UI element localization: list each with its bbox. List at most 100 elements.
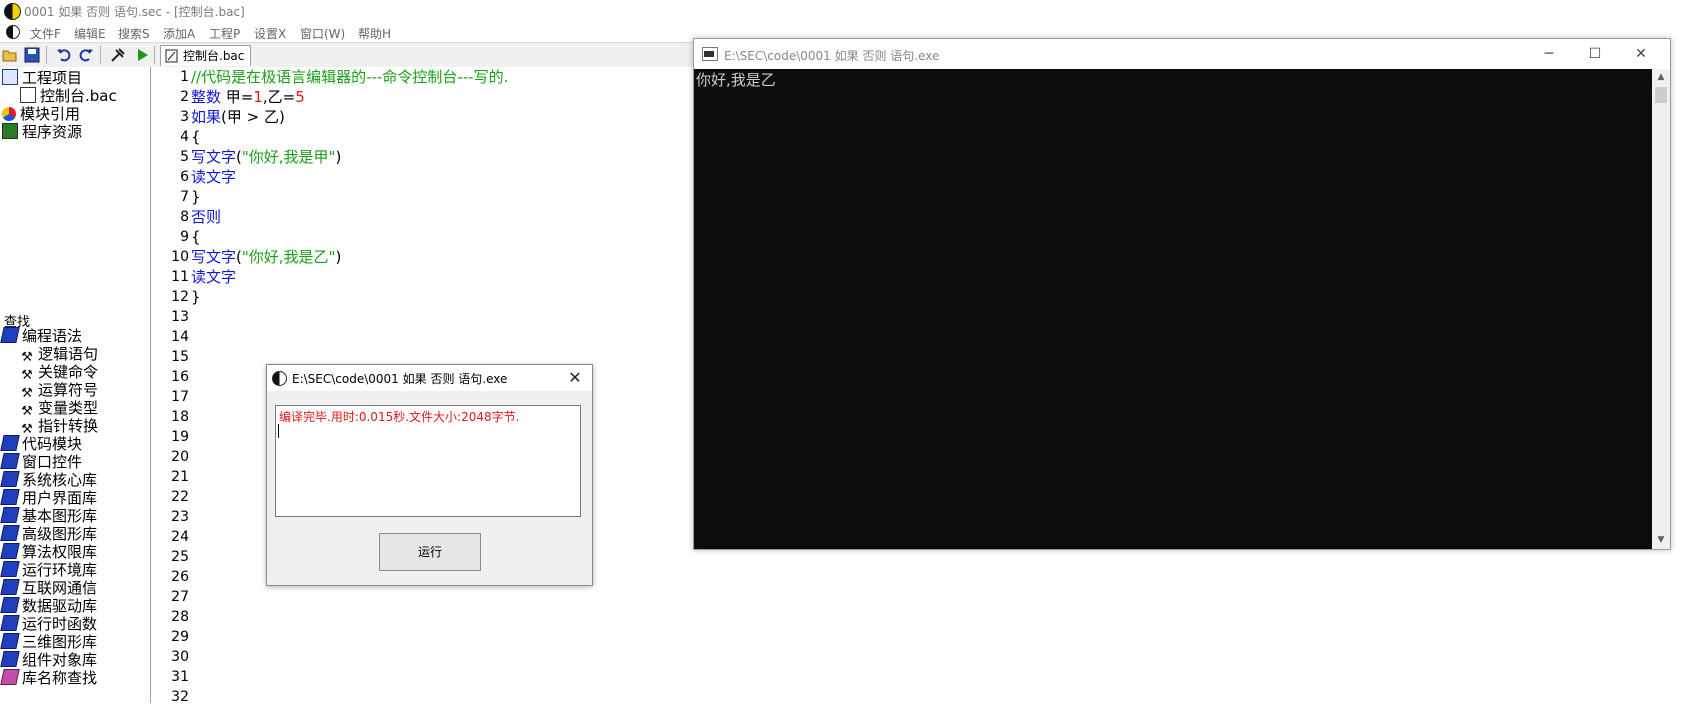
line-number: 29	[171, 629, 189, 645]
tree-label: 编程语法	[22, 327, 83, 345]
tree-library[interactable]: 代码模块	[0, 435, 83, 453]
console-title-bar: E:\SEC\code\0001 如果 否则 语句.exe ─ ☐ ✕	[694, 39, 1670, 69]
compile-dialog: E:\SEC\code\0001 如果 否则 语句.exe ✕ 编译完毕.用时:…	[266, 364, 593, 586]
console-window: E:\SEC\code\0001 如果 否则 语句.exe ─ ☐ ✕ 你好,我…	[693, 38, 1671, 550]
line-number: 12	[171, 289, 189, 305]
dialog-close-button[interactable]: ✕	[562, 365, 588, 391]
tab-console-file[interactable]: 控制台.bac	[160, 45, 252, 66]
line-number: 24	[171, 529, 189, 545]
book-icon	[0, 453, 20, 469]
book-icon	[0, 543, 20, 559]
menu-file[interactable]: 文件F	[30, 25, 61, 42]
tree-library[interactable]: 基本图形库	[0, 507, 98, 525]
tree-label: 用户界面库	[22, 489, 98, 507]
line-number: 13	[171, 309, 189, 325]
line-number: 30	[171, 649, 189, 665]
tree-library[interactable]: 互联网通信	[0, 579, 97, 597]
scrollbar-thumb[interactable]	[1655, 87, 1667, 103]
tool-icon: ⚒	[21, 422, 33, 437]
book-icon	[0, 507, 20, 523]
redo-icon[interactable]	[78, 47, 94, 63]
tree-library[interactable]: 窗口控件	[0, 453, 83, 471]
line-number: 15	[171, 349, 189, 365]
tab-label: 控制台.bac	[183, 49, 245, 63]
code-keyword: 如果	[191, 108, 222, 126]
tree-project-root[interactable]: 工程项目	[2, 69, 82, 87]
tree-library[interactable]: 运行时函数	[0, 615, 97, 633]
line-number: 19	[171, 429, 189, 445]
tool-icon: ⚒	[21, 368, 33, 383]
code-line: 写文字("你好,我是乙")	[191, 247, 341, 267]
compile-message-box[interactable]: 编译完毕.用时:0.015秒.文件大小:2048字节.	[275, 405, 581, 517]
tree-label: 代码模块	[22, 435, 83, 453]
open-folder-icon[interactable]	[2, 47, 18, 63]
console-scrollbar[interactable]: ▲ ▼	[1652, 69, 1670, 549]
menu-search[interactable]: 搜索S	[118, 25, 150, 42]
tree-label: 算法权限库	[22, 543, 98, 561]
tree-library[interactable]: 数据驱动库	[0, 597, 97, 615]
book-icon	[0, 615, 20, 631]
left-panel: 工程项目 控制台.bac 模块引用 程序资源 查找 编程语法 ⚒ 逻辑语句 ⚒ 关键…	[0, 67, 151, 703]
pink-book-icon	[0, 669, 20, 685]
menu-settings[interactable]: 设置X	[254, 25, 286, 42]
minimize-button[interactable]: ─	[1526, 39, 1572, 69]
maximize-button[interactable]: ☐	[1572, 39, 1618, 69]
menu-window[interactable]: 窗口(W)	[300, 25, 345, 42]
tree-lib-lookup[interactable]: 库名称查找	[0, 669, 97, 687]
tree-syntax-item[interactable]: ⚒ 变量类型	[20, 399, 99, 419]
run-icon[interactable]	[134, 47, 150, 63]
tool-icon: ⚒	[21, 386, 33, 401]
tree-syntax-item[interactable]: ⚒ 运算符号	[20, 381, 98, 401]
tree-library[interactable]: 三维图形库	[0, 633, 97, 651]
tree-module-refs[interactable]: 模块引用	[2, 105, 80, 123]
tree-label: 窗口控件	[22, 453, 83, 471]
tree-label: 组件对象库	[22, 651, 98, 669]
code-keyword: 整数	[191, 88, 222, 106]
line-number: 22	[171, 489, 189, 505]
tree-label: 工程项目	[22, 69, 83, 87]
menu-edit[interactable]: 编辑E	[74, 25, 106, 42]
tree-library[interactable]: 组件对象库	[0, 651, 98, 669]
tree-library[interactable]: 用户界面库	[0, 489, 98, 507]
menu-add[interactable]: 添加A	[163, 25, 195, 42]
line-number: 21	[171, 469, 189, 485]
undo-icon[interactable]	[56, 47, 72, 63]
line-number: 26	[171, 569, 189, 585]
tree-library[interactable]: 算法权限库	[0, 543, 98, 561]
line-number: 11	[171, 269, 189, 285]
tree-syntax-item[interactable]: ⚒ 逻辑语句	[20, 345, 99, 365]
tree-library[interactable]: 高级图形库	[0, 525, 97, 543]
line-number: 3	[180, 109, 189, 125]
tree-label: 变量类型	[38, 399, 99, 417]
tree-syntax-item[interactable]: ⚒ 指针转换	[20, 417, 98, 437]
tree-label: 逻辑语句	[38, 345, 99, 363]
line-number: 28	[171, 609, 189, 625]
console-output-text: 你好,我是乙	[696, 71, 776, 89]
line-number: 1	[180, 69, 189, 85]
tree-syntax-item[interactable]: ⚒ 关键命令	[20, 363, 98, 383]
file-icon	[20, 87, 36, 103]
app-title-bar: 0001 如果 否则 语句.sec - [控制台.bac]	[0, 0, 1683, 22]
line-number: 16	[171, 369, 189, 385]
system-menu-icon[interactable]	[6, 25, 20, 39]
tree-syntax[interactable]: 编程语法	[0, 327, 83, 345]
tree-resources[interactable]: 程序资源	[2, 123, 82, 141]
close-button[interactable]: ✕	[1618, 39, 1664, 69]
build-icon[interactable]	[110, 47, 126, 63]
code-string: "你好,我是甲"	[241, 148, 336, 166]
save-icon[interactable]	[24, 47, 40, 63]
book-icon	[0, 489, 20, 505]
run-button[interactable]: 运行	[379, 533, 481, 571]
tree-label: 系统核心库	[22, 471, 98, 489]
menu-help[interactable]: 帮助H	[358, 25, 391, 42]
book-icon	[0, 597, 20, 613]
console-output-area[interactable]: 你好,我是乙	[694, 69, 1652, 549]
scroll-up-icon[interactable]: ▲	[1652, 69, 1670, 86]
code-line: 否则	[191, 208, 222, 226]
tree-library[interactable]: 运行环境库	[0, 561, 97, 579]
tree-label: 基本图形库	[22, 507, 98, 525]
menu-project[interactable]: 工程P	[209, 25, 240, 42]
scroll-down-icon[interactable]: ▼	[1652, 532, 1670, 549]
tree-library[interactable]: 系统核心库	[0, 471, 98, 489]
tree-file-item[interactable]: 控制台.bac	[20, 87, 117, 105]
